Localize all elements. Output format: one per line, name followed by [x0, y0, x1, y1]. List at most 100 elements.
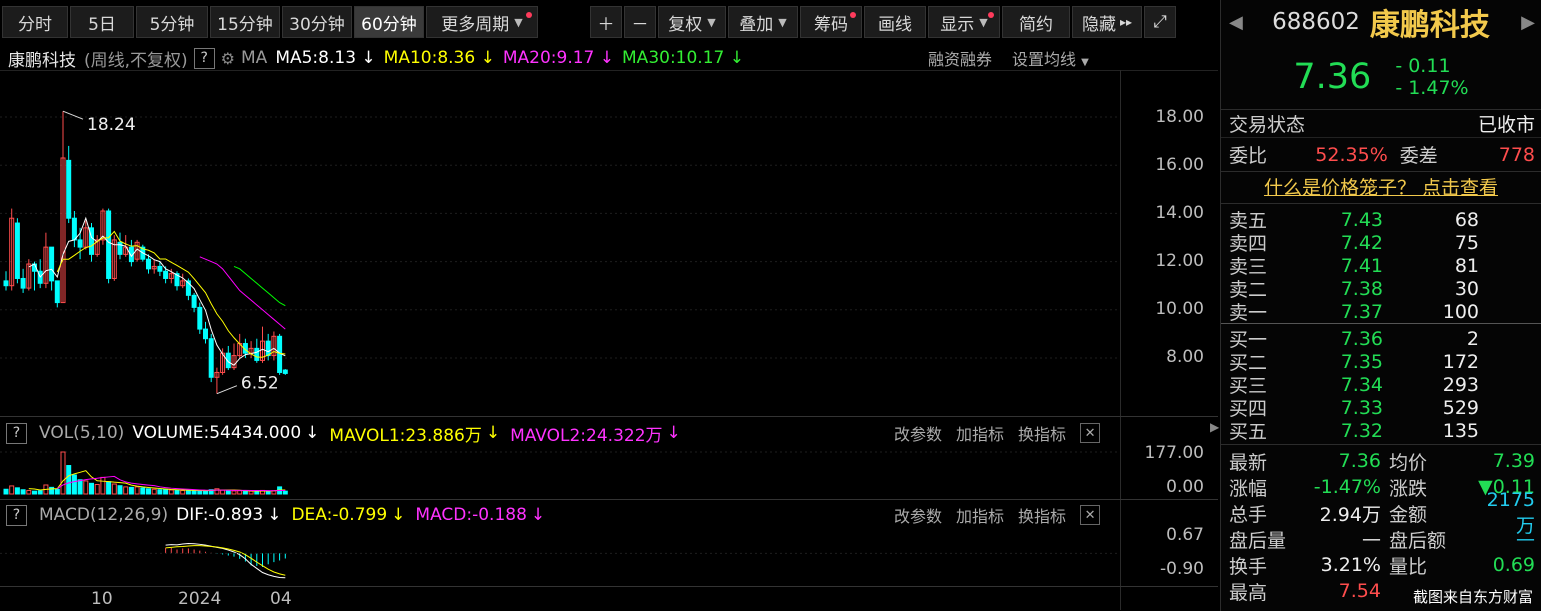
- candle-body: [157, 265, 163, 272]
- volume-bar: [248, 490, 254, 495]
- volume-bar: [197, 490, 203, 495]
- candle-body: [66, 159, 72, 219]
- candle-body: [208, 338, 214, 378]
- volume-bar: [100, 476, 106, 495]
- volume-bar: [77, 479, 83, 495]
- candle-body: [203, 328, 208, 340]
- stat-label: 量比: [1388, 555, 1427, 578]
- candle-body: [14, 222, 20, 279]
- stats-block: 最新 7.36 均价 7.39 涨幅 -1.47% 涨跌 ▼0.11 总手 2.94万 金额 21…: [1221, 445, 1541, 604]
- candle-body: [277, 335, 283, 373]
- ask-volume: 100: [1442, 300, 1479, 323]
- volume-bar: [163, 488, 169, 495]
- candle-body: [282, 369, 288, 374]
- stat-value: —: [1361, 528, 1381, 550]
- ask-price: 7.38: [1340, 277, 1383, 300]
- volume-bar: [265, 490, 271, 495]
- volume-bar: [185, 489, 191, 495]
- volume-bar: [231, 490, 237, 495]
- ask-row: 卖四 7.42 75: [1221, 231, 1541, 256]
- high-price-label: 18.24: [87, 115, 136, 135]
- candle-body: [3, 280, 9, 287]
- ask-volume: 30: [1454, 277, 1479, 300]
- volume-bar: [14, 487, 20, 495]
- candle-body: [106, 210, 112, 279]
- low-price-label: 6.52: [241, 374, 279, 394]
- kline-chart[interactable]: 18.24 6.52: [0, 0, 1218, 611]
- bid-price: 7.36: [1340, 327, 1383, 350]
- candle-body: [117, 241, 123, 255]
- stat-value: -1.47%: [1313, 476, 1381, 498]
- volume-bar: [106, 481, 112, 495]
- bid-price: 7.34: [1340, 373, 1383, 396]
- volume-bar: [282, 490, 288, 495]
- price-cage-link[interactable]: 什么是价格笼子？ 点击查看: [1221, 172, 1541, 204]
- volume-bar: [214, 488, 220, 495]
- volume-bar: [157, 489, 163, 495]
- stat-value: 0.69: [1492, 554, 1535, 576]
- bid-volume: 135: [1442, 419, 1479, 442]
- volume-bar: [89, 482, 94, 495]
- quote-panel: ◀ 688602 康鹏科技 ▶ 7.36 - 0.11 - 1.47% 交易状态…: [1220, 0, 1541, 611]
- ask-row: 卖二 7.38 30: [1221, 277, 1541, 302]
- volume-bar: [3, 488, 9, 495]
- volume-bar: [123, 486, 129, 495]
- volume-bar: [174, 489, 180, 495]
- volume-bar: [146, 488, 151, 495]
- ask-volume: 75: [1454, 231, 1479, 254]
- ask-volume: 81: [1454, 254, 1479, 277]
- volume-bar: [71, 474, 77, 495]
- prev-stock-icon[interactable]: ◀: [1229, 12, 1243, 33]
- volume-bar: [117, 485, 123, 495]
- candle-body: [197, 306, 203, 330]
- volume-bar: [111, 483, 117, 495]
- stat-value: 2.94万: [1319, 503, 1381, 526]
- weibi-value: 52.35%: [1315, 143, 1388, 166]
- stat-label: 涨跌: [1388, 477, 1427, 500]
- volume-bar: [128, 486, 134, 495]
- volume-bar: [20, 489, 26, 495]
- ask-row: 卖五 7.43 68: [1221, 208, 1541, 233]
- last-price: 7.36: [1293, 56, 1372, 97]
- candle-body: [71, 217, 77, 241]
- ask-book: 卖五 7.43 68 卖四 7.42 75 卖三 7.41 81 卖二 7.38 30 卖一 7.…: [1221, 204, 1541, 324]
- price-change-pct: - 1.47%: [1395, 76, 1469, 99]
- volume-bar: [94, 484, 100, 495]
- stat-label: 换手: [1229, 555, 1268, 578]
- candle-body: [20, 277, 26, 289]
- volume-bar: [225, 490, 231, 495]
- status-label: 交易状态: [1229, 114, 1306, 136]
- candle-body: [265, 340, 271, 357]
- stat-label: 盘后量: [1229, 529, 1287, 552]
- weibi-row: 委比 52.35% 委差 778: [1221, 138, 1541, 172]
- stat-label: 金额: [1388, 503, 1427, 526]
- stat-value: 7.36: [1338, 450, 1381, 472]
- candle-body: [77, 239, 83, 248]
- volume-bar: [168, 489, 174, 495]
- change-block: - 0.11 - 1.47%: [1395, 55, 1468, 99]
- candle-body: [146, 258, 151, 270]
- next-stock-icon[interactable]: ▶: [1521, 12, 1535, 33]
- ask-price: 7.43: [1340, 208, 1383, 231]
- sidebar-collapse-icon[interactable]: ▶: [1210, 420, 1220, 444]
- stat-value: —: [1516, 528, 1535, 550]
- stat-label: 涨幅: [1229, 477, 1268, 500]
- volume-bar: [140, 487, 146, 495]
- candle-body: [254, 347, 260, 361]
- source-watermark: 截图来自东方财富: [1412, 588, 1533, 606]
- ask-row: 卖一 7.37 100: [1221, 300, 1541, 325]
- bid-volume: 172: [1442, 350, 1479, 373]
- volume-bar: [191, 490, 197, 495]
- bid-price: 7.33: [1340, 396, 1383, 419]
- ask-price: 7.41: [1340, 254, 1383, 277]
- stat-label: 均价: [1388, 451, 1427, 474]
- bid-volume: 529: [1442, 396, 1479, 419]
- trade-status-row: 交易状态 已收市: [1221, 110, 1541, 138]
- stat-label: 最新: [1229, 451, 1268, 474]
- bid-book: 买一 7.36 2 买二 7.35 172 买三 7.34 293 买四 7.33 529 买五…: [1221, 324, 1541, 445]
- bid-row: 买四 7.33 529: [1221, 396, 1541, 421]
- volume-bar: [134, 486, 140, 495]
- candle-body: [54, 280, 60, 304]
- stat-label: 盘后额: [1388, 529, 1446, 552]
- high-marker-line: [62, 110, 84, 120]
